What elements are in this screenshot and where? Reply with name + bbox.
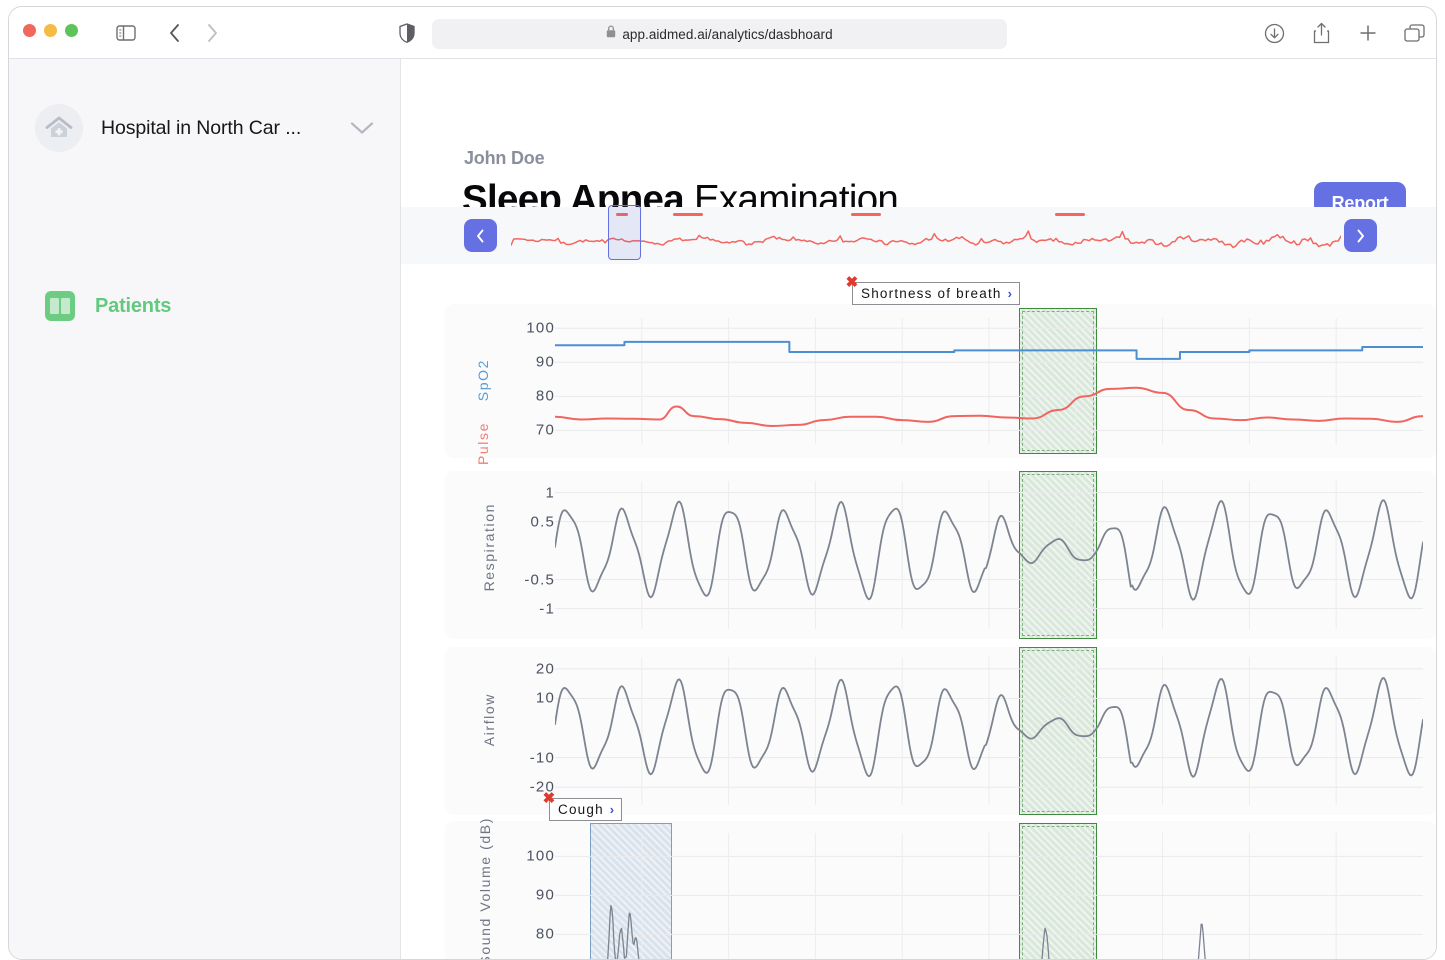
navigator-prev-button[interactable] xyxy=(464,219,497,252)
browser-window: app.aidmed.ai/analytics/dasbhoard xyxy=(8,6,1437,960)
y-axis-tick-label: 70 xyxy=(536,422,555,439)
org-name-label: Hospital in North Car ... xyxy=(101,117,301,140)
y-axis-tick-label: 80 xyxy=(536,388,555,405)
plot-area-spo2 xyxy=(555,318,1423,444)
plot-area-sound-volume xyxy=(555,833,1423,960)
annotation-shortness-of-breath[interactable]: ✖ Shortness of breath › xyxy=(852,282,1020,305)
y-axis-labels-spo2: 100 90 80 70 xyxy=(445,304,555,458)
tab-overview-icon[interactable] xyxy=(1401,20,1427,46)
maximize-window-button[interactable] xyxy=(65,24,78,37)
chart-airflow[interactable]: Airflow 2010-10-20 xyxy=(445,647,1436,815)
sidebar-item-label: Patients xyxy=(95,295,171,318)
navigator-event-marker[interactable] xyxy=(1055,213,1085,216)
url-text: app.aidmed.ai/analytics/dasbhoard xyxy=(622,27,832,42)
chart-svg xyxy=(555,657,1423,805)
sidebar: Hospital in North Car ... Patients AIDME… xyxy=(9,59,401,960)
shield-icon[interactable] xyxy=(394,20,420,46)
y-axis-tick-label: 10 xyxy=(536,690,555,707)
y-axis-tick-label: -1 xyxy=(539,600,555,617)
y-axis-tick-label: 1 xyxy=(545,484,555,501)
minimize-window-button[interactable] xyxy=(44,24,57,37)
chart-respiration[interactable]: Respiration 10.5-0.5-1 xyxy=(445,471,1436,639)
main-panel: John Doe Sleep Apnea Examination Report xyxy=(401,59,1436,960)
sidebar-item-patients[interactable]: Patients xyxy=(45,291,171,321)
browser-back-icon[interactable] xyxy=(161,20,187,46)
chart-svg xyxy=(555,833,1423,960)
share-icon[interactable] xyxy=(1308,20,1334,46)
annotation-label: Cough xyxy=(558,802,604,817)
y-axis-tick-label: 90 xyxy=(536,354,555,371)
annotation-label: Shortness of breath xyxy=(861,286,1002,301)
y-axis-tick-label: 0.5 xyxy=(531,513,555,530)
navigator-next-button[interactable] xyxy=(1344,219,1377,252)
panels-icon xyxy=(45,291,75,321)
y-axis-labels-sound-volume: 100908070 xyxy=(445,821,555,960)
chevron-right-icon[interactable]: › xyxy=(1008,286,1014,301)
chart-spo2-pulse[interactable]: SpO2 Pulse 100908070 xyxy=(445,304,1436,458)
navigator-event-marker[interactable] xyxy=(673,213,703,216)
navigator-event-marker[interactable] xyxy=(851,213,881,216)
address-bar[interactable]: app.aidmed.ai/analytics/dasbhoard xyxy=(432,19,1007,49)
sidebar-toggle-icon[interactable] xyxy=(113,20,139,46)
chart-svg xyxy=(555,481,1423,629)
y-axis-tick-label: -0.5 xyxy=(524,571,555,588)
browser-forward-icon[interactable] xyxy=(199,20,225,46)
hospital-home-icon xyxy=(35,104,83,152)
browser-toolbar: app.aidmed.ai/analytics/dasbhoard xyxy=(9,7,1436,59)
y-axis-tick-label: 100 xyxy=(526,848,555,865)
patient-name-label: John Doe xyxy=(464,148,544,169)
annotation-cough[interactable]: ✖ Cough › xyxy=(549,798,622,821)
chevron-right-icon[interactable]: › xyxy=(610,802,616,817)
app-content: Hospital in North Car ... Patients AIDME… xyxy=(9,59,1436,960)
chevron-down-icon[interactable] xyxy=(349,120,375,136)
y-axis-tick-label: 90 xyxy=(536,887,555,904)
new-tab-plus-icon[interactable] xyxy=(1355,20,1381,46)
y-axis-labels-respiration: 1 0.5 -0.5 -1 xyxy=(445,471,555,639)
y-axis-labels-airflow: 2010-10-20 xyxy=(445,647,555,815)
chart-svg xyxy=(555,318,1423,444)
org-selector[interactable]: Hospital in North Car ... xyxy=(35,104,375,152)
plot-area-airflow xyxy=(555,657,1423,805)
navigator-selection-window[interactable] xyxy=(608,205,641,260)
y-axis-tick-label: 100 xyxy=(526,320,555,337)
plot-area-respiration xyxy=(555,481,1423,629)
close-x-icon[interactable]: ✖ xyxy=(844,274,861,291)
y-axis-tick-label: 20 xyxy=(536,660,555,677)
chart-sound-volume[interactable]: Sound Volume (dB) 100908070 xyxy=(445,821,1436,960)
lock-icon xyxy=(606,25,616,43)
timeline-navigator[interactable] xyxy=(401,207,1437,264)
y-axis-tick-label: 80 xyxy=(536,926,555,943)
window-traffic-lights xyxy=(23,24,78,37)
download-icon[interactable] xyxy=(1261,20,1287,46)
close-window-button[interactable] xyxy=(23,24,36,37)
y-axis-tick-label: -10 xyxy=(530,749,555,766)
close-x-icon[interactable]: ✖ xyxy=(541,790,558,807)
